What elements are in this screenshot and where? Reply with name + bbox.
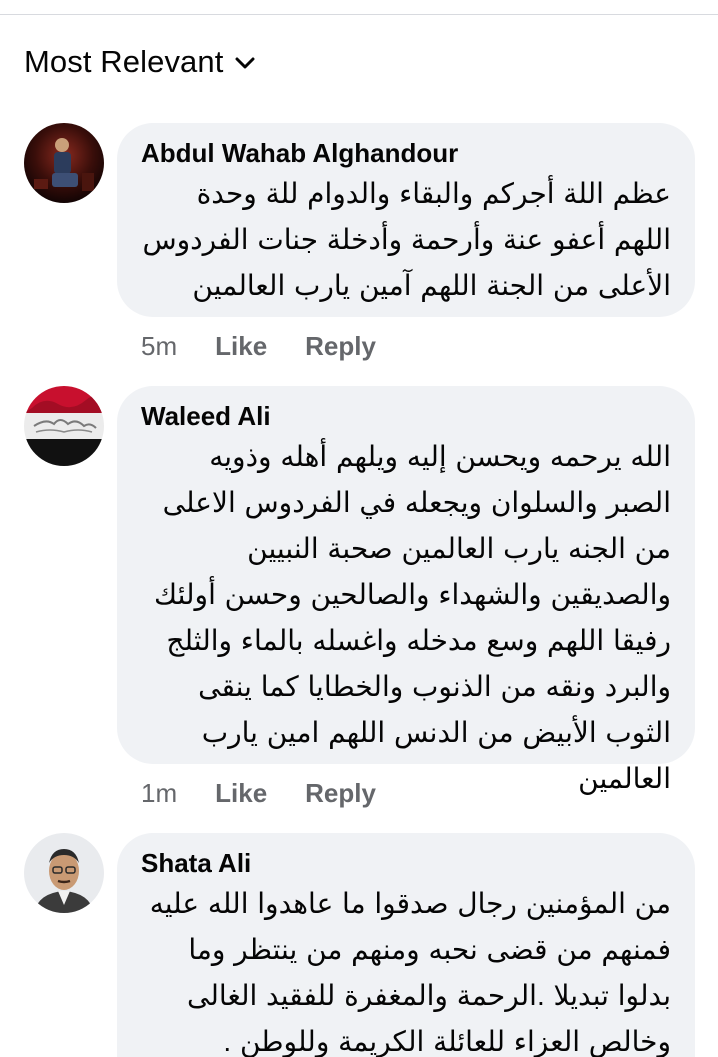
comment-text: الله يرحمه ويحسن إليه ويلهم أهله وذويه ا… [153,441,671,794]
comment-bubble: Waleed Ali الله يرحمه ويحسن إليه ويلهم أ… [117,386,695,794]
comment-author[interactable]: Shata Ali [141,847,671,879]
sort-label: Most Relevant [24,44,224,79]
chevron-down-icon [235,57,255,69]
avatar[interactable] [24,833,104,913]
reply-button[interactable]: Reply [305,778,376,809]
comment-actions: 1m Like Reply [141,778,376,809]
like-button[interactable]: Like [215,778,267,809]
reply-button[interactable]: Reply [305,331,376,362]
comment-text: عظم اللة أجركم والبقاء والدوام للة وحدة … [142,178,671,301]
comment-author[interactable]: Waleed Ali [141,400,671,432]
comments-page: Most Relevant Abdul Wahab Alghandour عظم… [0,0,718,1057]
avatar[interactable] [24,123,104,203]
comment-actions: 5m Like Reply [141,331,376,362]
divider [0,14,718,15]
comment-time[interactable]: 5m [141,331,177,362]
comment-author[interactable]: Abdul Wahab Alghandour [141,137,671,169]
comment-bubble: Shata Ali من المؤمنين رجال صدقوا ما عاهد… [117,833,695,1057]
avatar[interactable] [24,386,104,466]
comment-bubble: Abdul Wahab Alghandour عظم اللة أجركم وا… [117,123,695,317]
like-button[interactable]: Like [215,331,267,362]
sort-dropdown[interactable]: Most Relevant [24,44,257,80]
comment-text: من المؤمنين رجال صدقوا ما عاهدوا الله عل… [149,888,671,1057]
comment-time[interactable]: 1m [141,778,177,809]
